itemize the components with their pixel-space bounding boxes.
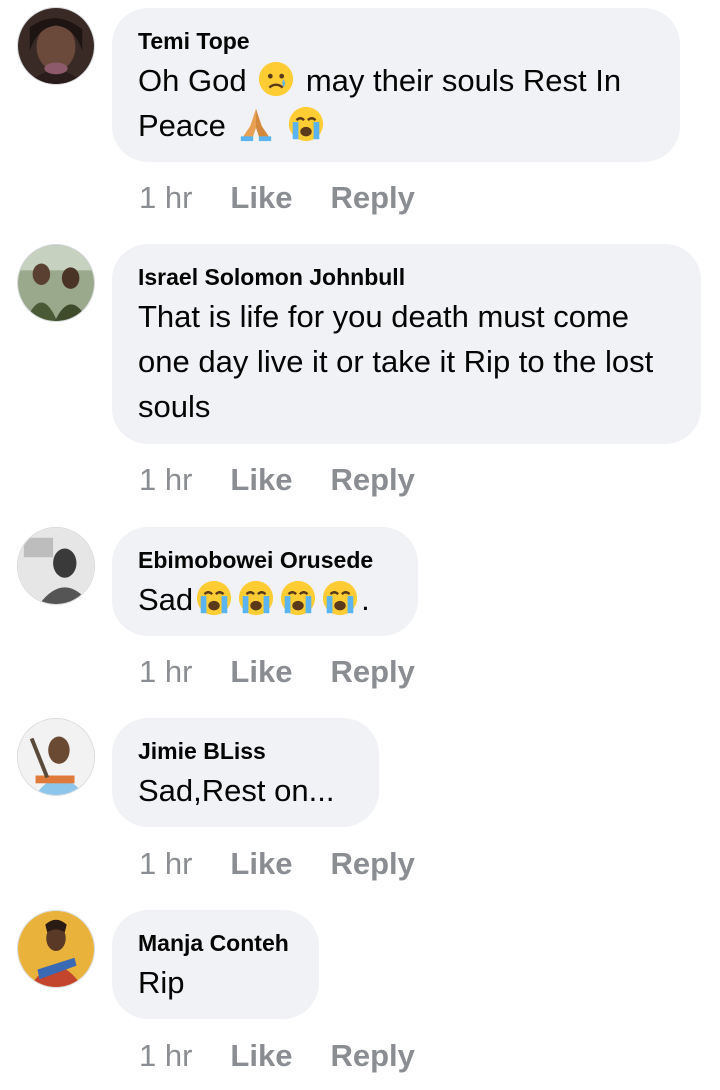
comment-bubble: Jimie BLiss Sad,Rest on... [112,718,379,827]
avatar[interactable] [17,527,95,605]
avatar[interactable] [17,244,95,322]
comment-author[interactable]: Ebimobowei Orusede [138,547,392,573]
comment-bubble: Manja Conteh Rip [112,910,319,1019]
comment-timestamp[interactable]: 1 hr [139,462,192,498]
like-button[interactable]: Like [230,1038,292,1074]
comment-author[interactable]: Jimie BLiss [138,738,353,764]
crying-face-emoji [237,579,275,617]
comment-text: That is life for you death must come one… [138,299,654,424]
crying-face-emoji [321,579,359,617]
comment-timestamp[interactable]: 1 hr [139,846,192,882]
comment-text-part: . [361,582,370,617]
avatar[interactable] [17,7,95,85]
crying-face-emoji [279,579,317,617]
comment-author[interactable]: Temi Tope [138,28,654,54]
like-button[interactable]: Like [230,846,292,882]
crying-face-emoji [287,105,325,143]
avatar[interactable] [17,718,95,796]
comment-bubble: Israel Solomon Johnbull That is life for… [112,244,701,444]
comment-text-part: Sad [138,582,194,617]
sad-face-emoji [257,60,295,98]
comment-actions: 1 hr Like Reply [139,180,415,216]
comment-timestamp[interactable]: 1 hr [139,654,192,690]
comment-author[interactable]: Israel Solomon Johnbull [138,264,675,290]
comment-bubble: Ebimobowei Orusede Sad. [112,527,418,636]
like-button[interactable]: Like [230,180,292,216]
reply-button[interactable]: Reply [330,846,414,882]
comment-timestamp[interactable]: 1 hr [139,1038,192,1074]
comment-text: Rip [138,965,185,1000]
crying-face-emoji [195,579,233,617]
reply-button[interactable]: Reply [330,654,414,690]
like-button[interactable]: Like [230,462,292,498]
comment-author[interactable]: Manja Conteh [138,930,293,956]
comment-text-part: Oh God [138,63,247,98]
reply-button[interactable]: Reply [330,462,414,498]
comment-text: Oh God may their souls Rest In Peace [138,58,654,148]
comment-actions: 1 hr Like Reply [139,654,415,690]
comment-timestamp[interactable]: 1 hr [139,180,192,216]
avatar[interactable] [17,910,95,988]
comment-actions: 1 hr Like Reply [139,1038,415,1074]
reply-button[interactable]: Reply [330,1038,414,1074]
reply-button[interactable]: Reply [330,180,414,216]
praying-hands-emoji [237,105,275,143]
comment-actions: 1 hr Like Reply [139,462,415,498]
like-button[interactable]: Like [230,654,292,690]
comment-text: Sad,Rest on... [138,773,335,808]
comment-actions: 1 hr Like Reply [139,846,415,882]
comment-bubble: Temi Tope Oh God may their souls Rest In… [112,8,680,162]
comment-text: Sad. [138,577,392,622]
